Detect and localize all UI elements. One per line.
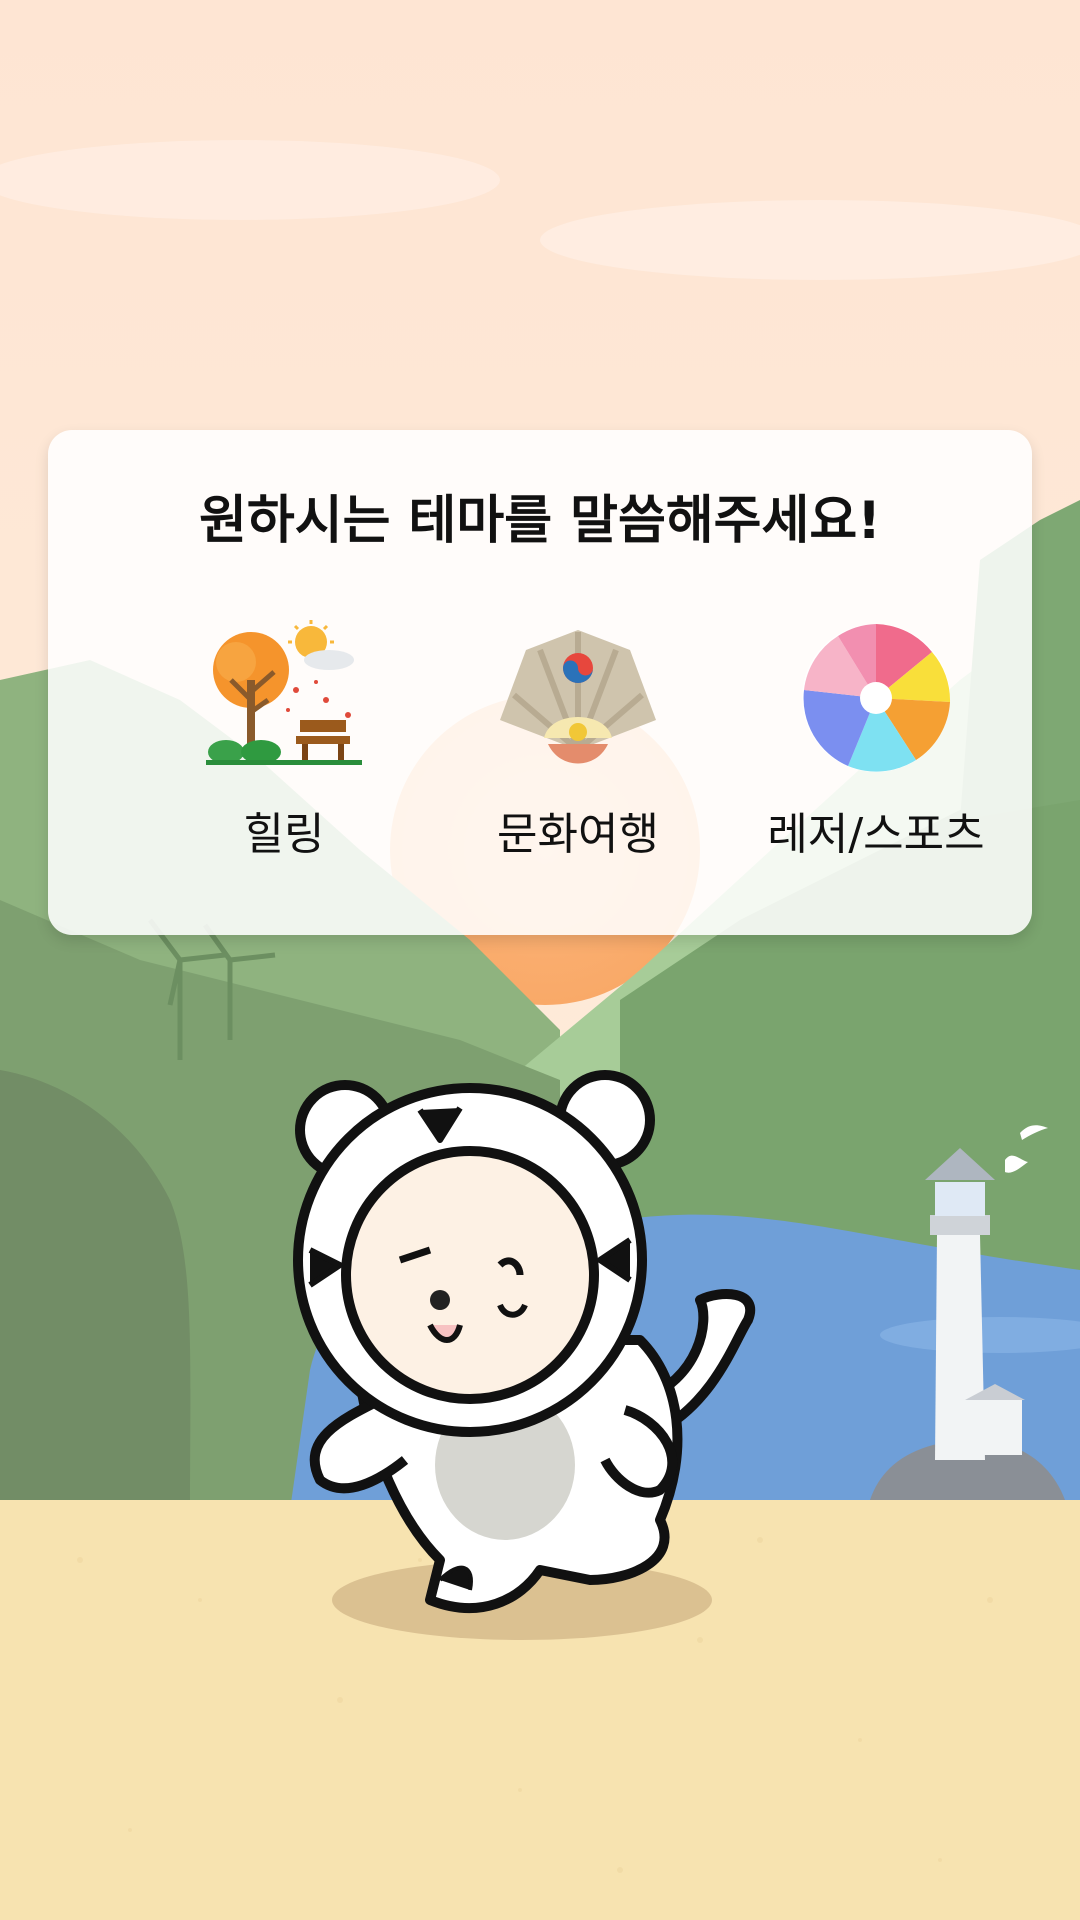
theme-option-culture-travel[interactable]: 문화여행 — [428, 620, 728, 880]
theme-selection-card: 원하시는 테마를 말씀해주세요! 힐링 문화여행 레저/스포츠 — [48, 430, 1032, 935]
theme-option-leisure-sports[interactable]: 레저/스포츠 — [726, 620, 1026, 880]
theme-label-healing: 힐링 — [243, 809, 325, 860]
theme-label-leisure-sports: 레저/스포츠 — [767, 809, 985, 860]
korean-fan-icon — [500, 630, 656, 764]
theme-option-healing[interactable]: 힐링 — [134, 620, 434, 880]
theme-label-culture-travel: 문화여행 — [497, 809, 659, 860]
theme-options: 힐링 문화여행 레저/스포츠 — [48, 620, 1032, 900]
page-title: 원하시는 테마를 말씀해주세요! — [199, 491, 881, 551]
autumn-park-icon — [206, 620, 362, 765]
beach-ball-icon — [802, 624, 951, 772]
background-scene — [0, 0, 1080, 1920]
